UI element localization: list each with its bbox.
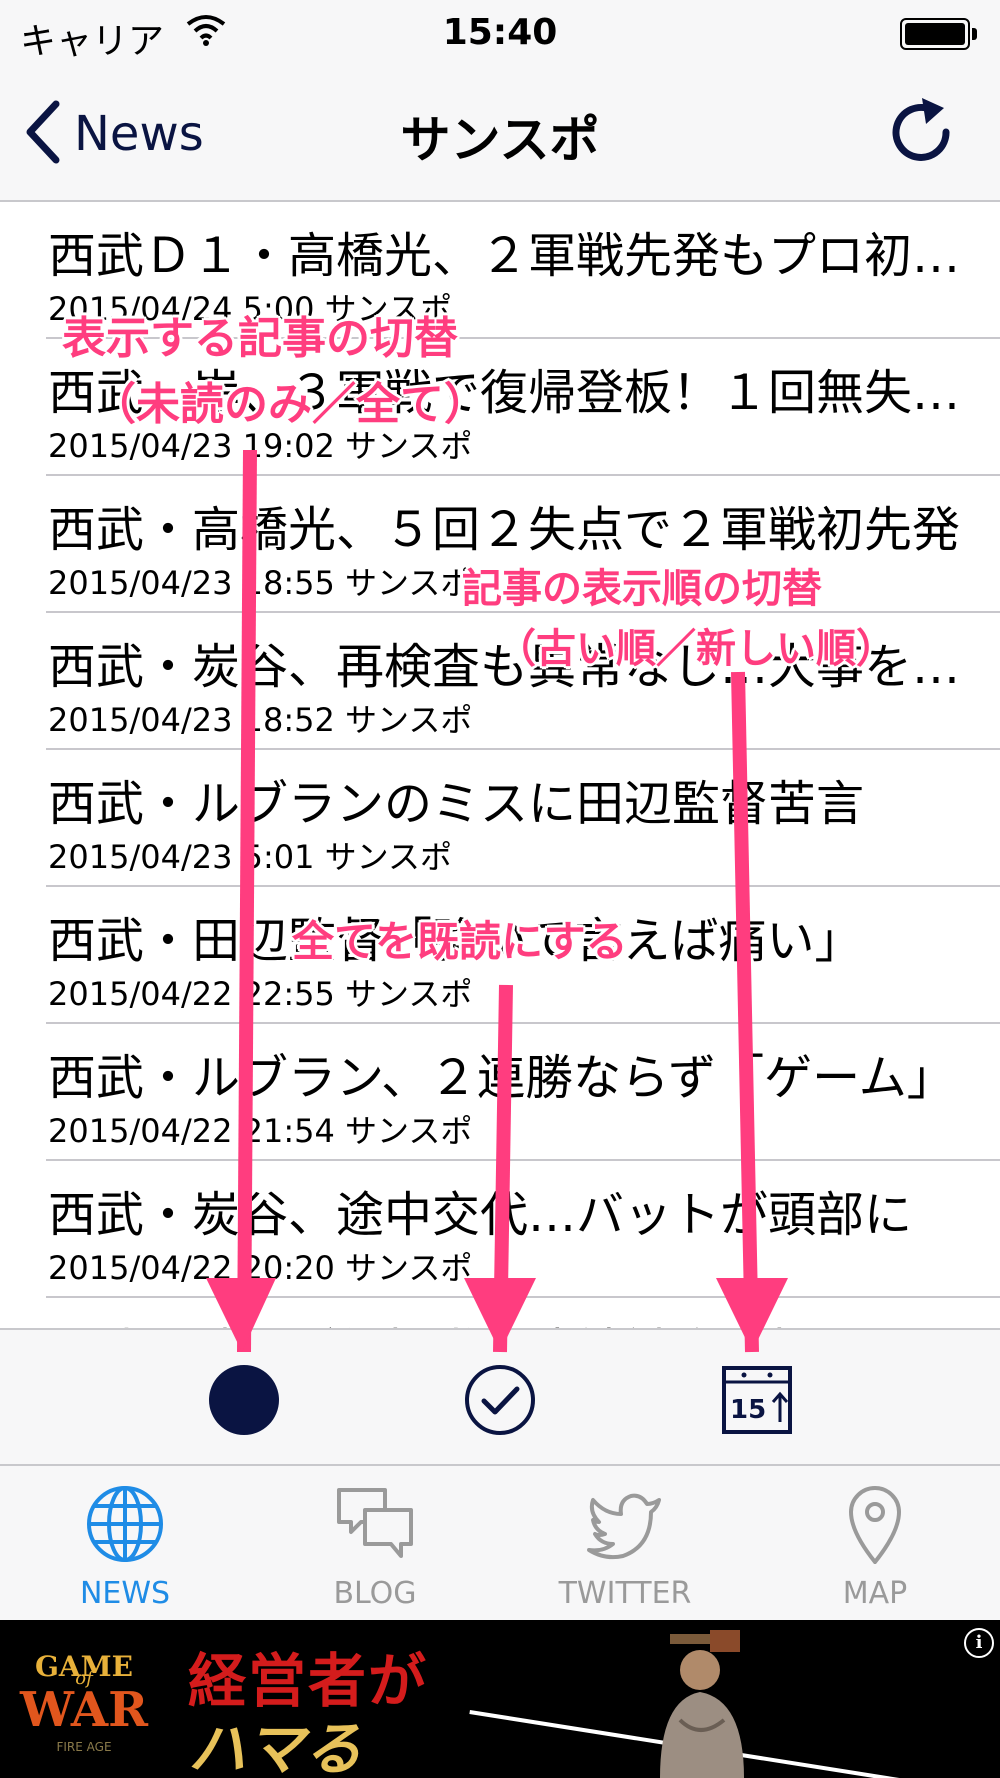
article-meta: 2015/04/23 18:55 サンスポ xyxy=(48,564,473,602)
tab-blog[interactable]: BLOG xyxy=(250,1466,500,1620)
article-title: 西武・田辺監督「強いて言えば痛い」 xyxy=(48,913,863,969)
article-title: 西武・炭谷、再検査も異常なし…大事を取る xyxy=(48,639,968,695)
globe-icon xyxy=(87,1486,163,1562)
article-row[interactable]: 西武・ルブランのミスに田辺監督苦言 2015/04/23 5:01 サンスポ xyxy=(46,750,1000,887)
tab-news[interactable]: NEWS xyxy=(0,1466,250,1620)
ad-warrior-image xyxy=(660,1630,744,1778)
article-row[interactable]: 西武Ｄ１・高橋光、２軍戦先発もプロ初黒星 2015/04/24 5:00 サンス… xyxy=(46,202,1000,339)
bottom-toolbar: 15 xyxy=(0,1328,1000,1466)
article-row[interactable]: 西武・秋山が猛打賞、連続試合安打を１２ xyxy=(46,1298,1000,1328)
article-title: 西武・高橋光、５回２失点で２軍戦初先発 xyxy=(48,502,961,558)
page-title: サンスポ xyxy=(400,111,600,169)
tab-map[interactable]: MAP xyxy=(750,1466,1000,1620)
article-title: 西武・炭谷、途中交代…バットが頭部に xyxy=(48,1187,913,1243)
bird-icon xyxy=(587,1493,661,1560)
article-meta: 2015/04/22 21:54 サンスポ xyxy=(48,1112,473,1150)
article-title: 西武・岸、３軍戦で復帰登板！１回無失点も「順調」 xyxy=(48,365,968,421)
checkmark-circle-icon xyxy=(465,1365,535,1435)
filled-circle-icon xyxy=(209,1365,279,1435)
refresh-icon xyxy=(892,98,950,161)
article-title: 西武・ルブラン、２連勝ならず「ゲーム」 xyxy=(48,1050,955,1106)
sort-order-button[interactable]: 15 xyxy=(720,1362,796,1438)
ad-game-logo: GAME of WAR FIRE AGE xyxy=(14,1640,154,1760)
article-title: 西武Ｄ１・高橋光、２軍戦先発もプロ初黒星 xyxy=(48,228,968,284)
map-pin-icon xyxy=(848,1486,902,1564)
article-row[interactable]: 西武・田辺監督「強いて言えば痛い」 2015/04/22 22:55 サンスポ xyxy=(46,887,1000,1024)
toggle-unread-button[interactable] xyxy=(206,1362,282,1438)
article-meta: 2015/04/23 5:01 サンスポ xyxy=(48,838,453,876)
tab-bar: NEWS BLOG TWITTER MAP xyxy=(0,1466,1000,1620)
tab-label: TWITTER xyxy=(558,1576,692,1611)
battery-icon xyxy=(900,18,980,52)
article-title: 西武・秋山が猛打賞、連続試合安打を１２ xyxy=(48,1312,968,1328)
refresh-button[interactable] xyxy=(884,96,960,172)
article-row[interactable]: 西武・岸、３軍戦で復帰登板！１回無失点も「順調」 2015/04/23 19:0… xyxy=(46,339,1000,476)
ad-logo-line4: FIRE AGE xyxy=(56,1740,112,1754)
article-meta: 2015/04/23 19:02 サンスポ xyxy=(48,427,473,465)
calendar-sort-icon: 15 xyxy=(722,1366,792,1434)
article-list[interactable]: 西武Ｄ１・高橋光、２軍戦先発もプロ初黒星 2015/04/24 5:00 サンス… xyxy=(0,202,1000,1328)
mark-all-read-button[interactable] xyxy=(462,1362,538,1438)
calendar-day-text: 15 xyxy=(730,1395,766,1425)
status-time: 15:40 xyxy=(442,12,558,53)
ad-logo-line3: WAR xyxy=(20,1682,148,1738)
ad-subheadline: ハマる xyxy=(188,1715,363,1778)
ad-info-icon[interactable]: i xyxy=(964,1628,994,1658)
tab-label: NEWS xyxy=(79,1576,171,1611)
article-row[interactable]: 西武・炭谷、途中交代…バットが頭部に 2015/04/22 20:20 サンスポ xyxy=(46,1161,1000,1298)
article-meta: 2015/04/23 18:52 サンスポ xyxy=(48,701,473,739)
article-row[interactable]: 西武・ルブラン、２連勝ならず「ゲーム」 2015/04/22 21:54 サンス… xyxy=(46,1024,1000,1161)
article-meta: 2015/04/22 20:20 サンスポ xyxy=(48,1249,473,1287)
tab-label: MAP xyxy=(842,1576,908,1611)
speech-bubbles-icon xyxy=(337,1488,413,1558)
article-meta: 2015/04/22 22:55 サンスポ xyxy=(48,975,473,1013)
article-meta: 2015/04/24 5:00 サンスポ xyxy=(48,290,453,328)
tab-label: BLOG xyxy=(333,1576,417,1611)
article-row[interactable]: 西武・炭谷、再検査も異常なし…大事を取る 2015/04/23 18:52 サン… xyxy=(46,613,1000,750)
article-title: 西武・ルブランのミスに田辺監督苦言 xyxy=(48,776,865,832)
ad-banner[interactable]: GAME of WAR FIRE AGE 経営者が ハマる i xyxy=(0,1620,1000,1778)
article-row[interactable]: 西武・高橋光、５回２失点で２軍戦初先発 2015/04/23 18:55 サンス… xyxy=(46,476,1000,613)
tab-twitter[interactable]: TWITTER xyxy=(500,1466,750,1620)
navigation-bar: News サンスポ xyxy=(0,66,1000,202)
status-bar: キャリア 15:40 xyxy=(0,0,1000,66)
